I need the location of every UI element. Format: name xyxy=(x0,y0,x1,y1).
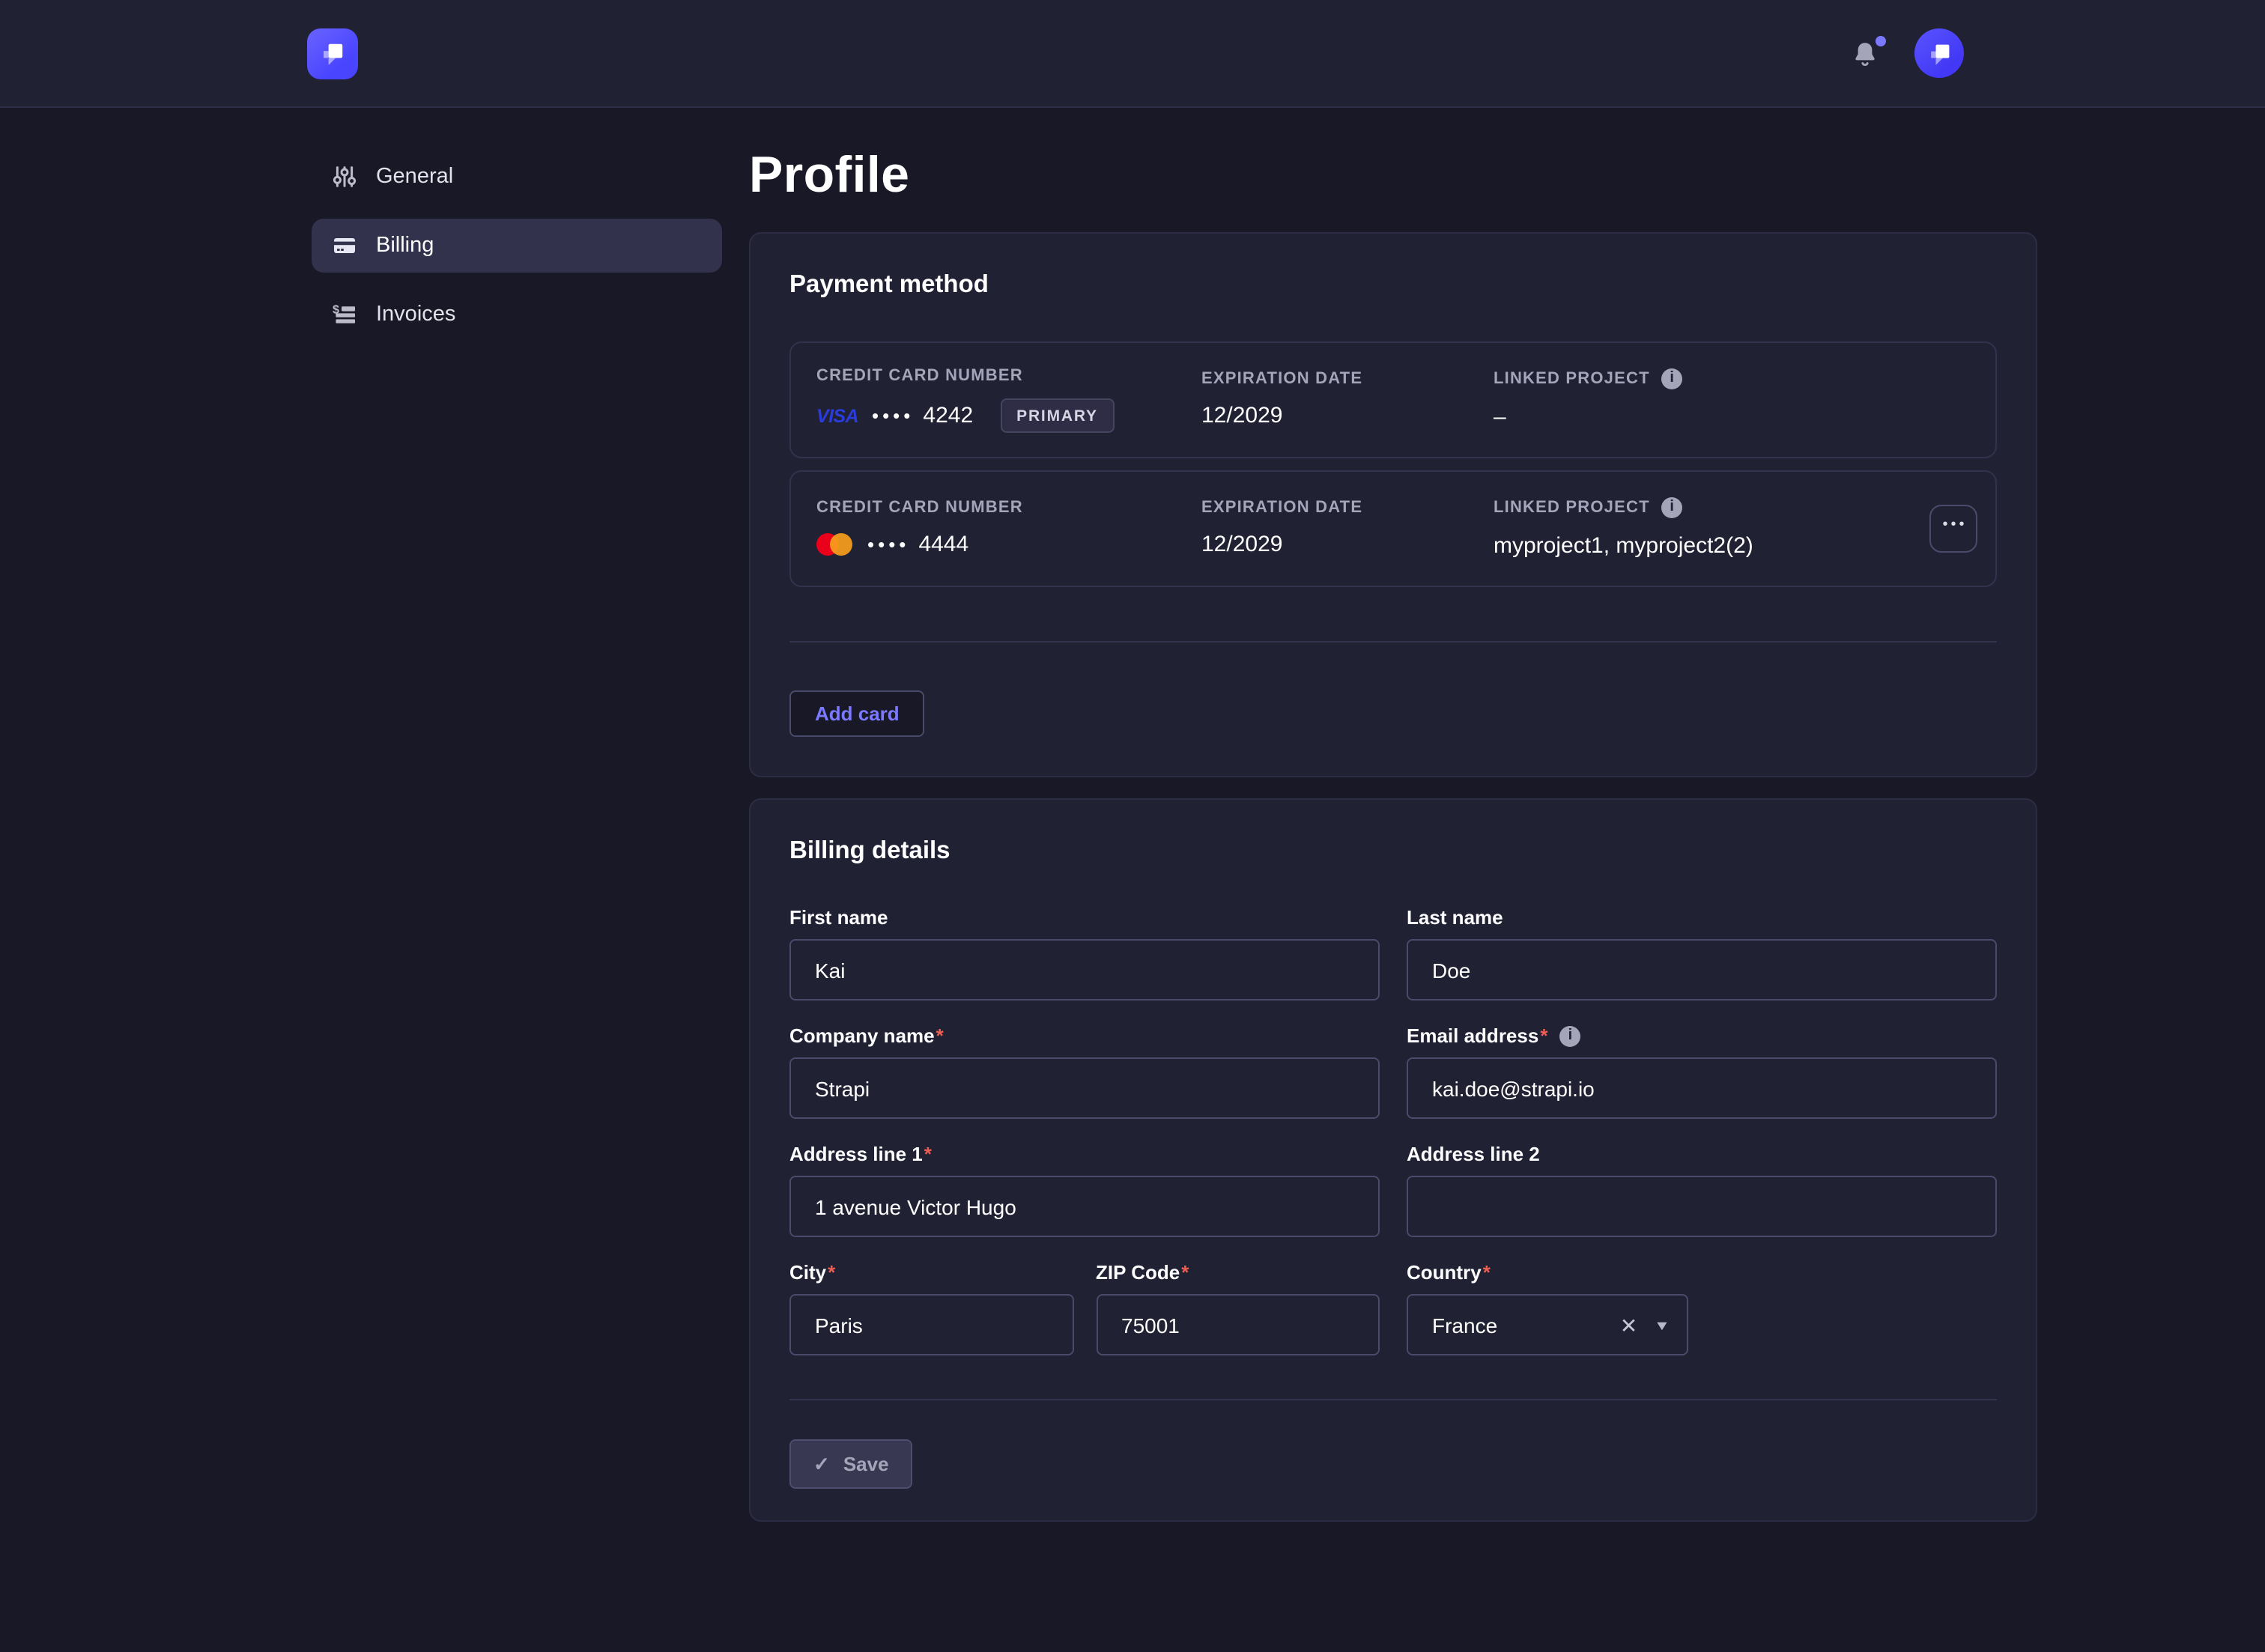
billing-details-card: Billing details First name Last name xyxy=(749,798,2037,1522)
ellipsis-icon: ••• xyxy=(1942,518,1967,533)
strapi-cloud-profile-page: General Billing $ xyxy=(0,0,2265,1652)
notifications-button[interactable] xyxy=(1849,37,1882,70)
required-marker: * xyxy=(1540,1023,1547,1048)
city-input[interactable] xyxy=(789,1294,1073,1355)
payment-method-title: Payment method xyxy=(789,271,1997,300)
first-name-input[interactable] xyxy=(789,939,1380,1000)
address-line2-input[interactable] xyxy=(1407,1176,1997,1237)
required-marker: * xyxy=(924,1141,932,1167)
last-name-label: Last name xyxy=(1407,905,1503,930)
divider xyxy=(789,641,1997,643)
sidebar-item-billing[interactable]: Billing xyxy=(312,219,722,273)
billing-details-title: Billing details xyxy=(789,837,1997,866)
credit-card-row-visa: CREDIT CARD NUMBER VISA •••• 4242 PRIMAR… xyxy=(789,341,1997,458)
email-label: Email address xyxy=(1407,1023,1538,1048)
notification-dot xyxy=(1876,35,1886,46)
zip-code-label: ZIP Code xyxy=(1096,1260,1180,1285)
card-mask-dots: •••• xyxy=(867,535,909,554)
sliders-icon xyxy=(333,165,357,189)
last-name-field-group: Last name xyxy=(1407,905,1997,1000)
card-expiration: 12/2029 xyxy=(1201,529,1494,559)
bell-icon xyxy=(1852,40,1879,67)
address-line2-label: Address line 2 xyxy=(1407,1141,1540,1167)
strapi-logo-icon xyxy=(315,35,351,71)
last-name-input[interactable] xyxy=(1407,939,1997,1000)
card-expiration: 12/2029 xyxy=(1201,401,1494,431)
company-name-field-group: Company name * xyxy=(789,1023,1380,1119)
invoice-icon: $ xyxy=(333,303,357,327)
country-label: Country xyxy=(1407,1260,1482,1285)
card-mask-dots: •••• xyxy=(872,406,914,425)
save-button[interactable]: ✓ Save xyxy=(789,1439,913,1489)
first-name-label: First name xyxy=(789,905,888,930)
info-icon[interactable]: i xyxy=(1559,1025,1580,1046)
sidebar-item-label: Invoices xyxy=(376,303,455,327)
avatar-strapi-icon xyxy=(1923,37,1956,70)
info-icon[interactable]: i xyxy=(1662,496,1683,517)
card-last4: 4242 xyxy=(923,403,973,428)
zip-code-field-group: ZIP Code * xyxy=(1096,1260,1380,1355)
sidebar-item-label: Billing xyxy=(376,234,434,258)
cc-linked-label: LINKED PROJECT xyxy=(1494,369,1650,387)
address-line1-field-group: Address line 1 * xyxy=(789,1141,1380,1237)
user-avatar[interactable] xyxy=(1914,28,1964,78)
city-zip-row: City * ZIP Code * xyxy=(789,1260,1380,1355)
add-card-button[interactable]: Add card xyxy=(789,690,925,737)
sidebar-item-label: General xyxy=(376,165,453,189)
cc-expiration-label: EXPIRATION DATE xyxy=(1201,498,1494,516)
card-linked-project: myproject1, myproject2(2) xyxy=(1494,531,1923,561)
card-linked-project: – xyxy=(1494,402,1923,432)
country-value: France xyxy=(1432,1313,1614,1337)
first-name-field-group: First name xyxy=(789,905,1380,1000)
required-marker: * xyxy=(1483,1260,1491,1285)
clear-icon[interactable]: ✕ xyxy=(1614,1314,1643,1335)
settings-sidebar: General Billing $ xyxy=(312,108,722,356)
credit-card-icon xyxy=(333,234,357,258)
info-icon[interactable]: i xyxy=(1662,368,1683,389)
country-select[interactable]: France ✕ ▼ xyxy=(1407,1294,1688,1355)
visa-logo: VISA xyxy=(816,405,858,426)
address-line2-field-group: Address line 2 xyxy=(1407,1141,1997,1237)
check-icon: ✓ xyxy=(813,1454,830,1474)
credit-card-row-mastercard: CREDIT CARD NUMBER •••• 4444 EXPIRATION … xyxy=(789,470,1997,587)
company-name-label: Company name xyxy=(789,1023,935,1048)
required-marker: * xyxy=(936,1023,944,1048)
credit-card-list: CREDIT CARD NUMBER VISA •••• 4242 PRIMAR… xyxy=(789,341,1997,587)
card-actions-menu-button[interactable]: ••• xyxy=(1929,505,1977,553)
city-label: City xyxy=(789,1260,826,1285)
required-marker: * xyxy=(1181,1260,1189,1285)
address-line1-input[interactable] xyxy=(789,1176,1380,1237)
primary-badge: PRIMARY xyxy=(1000,398,1115,433)
sidebar-item-general[interactable]: General xyxy=(312,150,722,204)
cc-number-label: CREDIT CARD NUMBER xyxy=(816,367,1201,385)
address-line1-label: Address line 1 xyxy=(789,1141,923,1167)
email-field-group: Email address * i xyxy=(1407,1023,1997,1119)
mastercard-logo xyxy=(816,533,852,556)
required-marker: * xyxy=(828,1260,835,1285)
save-button-label: Save xyxy=(843,1453,889,1475)
sidebar-item-invoices[interactable]: $ Invoices xyxy=(312,288,722,341)
top-bar xyxy=(0,0,2265,108)
zip-code-input[interactable] xyxy=(1096,1294,1380,1355)
cc-expiration-label: EXPIRATION DATE xyxy=(1201,369,1494,387)
page-title: Profile xyxy=(749,148,2037,202)
cc-number-label: CREDIT CARD NUMBER xyxy=(816,498,1201,516)
city-field-group: City * xyxy=(789,1260,1073,1355)
strapi-logo[interactable] xyxy=(307,28,358,79)
divider xyxy=(789,1399,1997,1400)
main-content: Profile Payment method CREDIT CARD NUMBE… xyxy=(749,108,2037,1522)
cc-linked-label: LINKED PROJECT xyxy=(1494,498,1650,516)
payment-method-card: Payment method CREDIT CARD NUMBER VISA •… xyxy=(749,232,2037,777)
billing-details-form: First name Last name xyxy=(789,905,1997,1355)
email-input[interactable] xyxy=(1407,1057,1997,1119)
card-last4: 4444 xyxy=(918,532,968,557)
company-name-input[interactable] xyxy=(789,1057,1380,1119)
top-bar-actions xyxy=(1849,28,1964,78)
chevron-down-icon: ▼ xyxy=(1654,1317,1670,1332)
country-field-group: Country * France ✕ ▼ xyxy=(1407,1260,1997,1355)
